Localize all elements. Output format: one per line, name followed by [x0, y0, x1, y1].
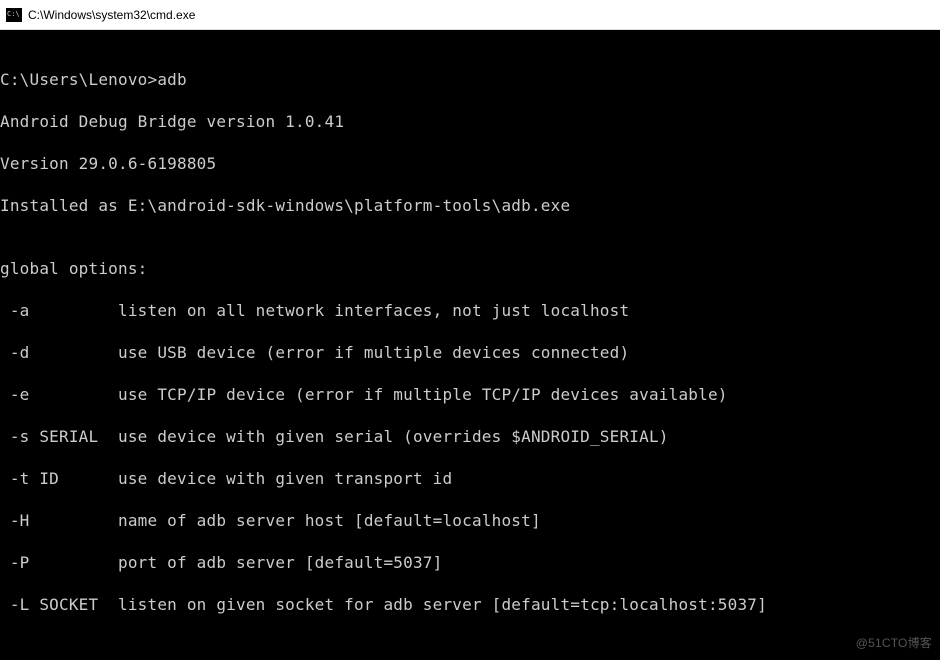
option-t: -t ID use device with given transport id: [0, 468, 940, 489]
window-title: C:\Windows\system32\cmd.exe: [28, 8, 195, 22]
option-a: -a listen on all network interfaces, not…: [0, 300, 940, 321]
global-options-header: global options:: [0, 258, 940, 279]
terminal-output: C:\Users\Lenovo>adb Android Debug Bridge…: [0, 30, 940, 660]
watermark: @51CTO博客: [856, 633, 932, 654]
option-l-upper: -L SOCKET listen on given socket for adb…: [0, 594, 940, 615]
option-s: -s SERIAL use device with given serial (…: [0, 426, 940, 447]
adb-version-line: Android Debug Bridge version 1.0.41: [0, 111, 940, 132]
cmd-icon: [6, 8, 22, 22]
adb-installed-line: Installed as E:\android-sdk-windows\plat…: [0, 195, 940, 216]
option-p-upper: -P port of adb server [default=5037]: [0, 552, 940, 573]
option-h-upper: -H name of adb server host [default=loca…: [0, 510, 940, 531]
prompt-line: C:\Users\Lenovo>adb: [0, 69, 940, 90]
window-titlebar[interactable]: C:\Windows\system32\cmd.exe: [0, 0, 940, 30]
option-d: -d use USB device (error if multiple dev…: [0, 342, 940, 363]
option-e: -e use TCP/IP device (error if multiple …: [0, 384, 940, 405]
adb-build-line: Version 29.0.6-6198805: [0, 153, 940, 174]
